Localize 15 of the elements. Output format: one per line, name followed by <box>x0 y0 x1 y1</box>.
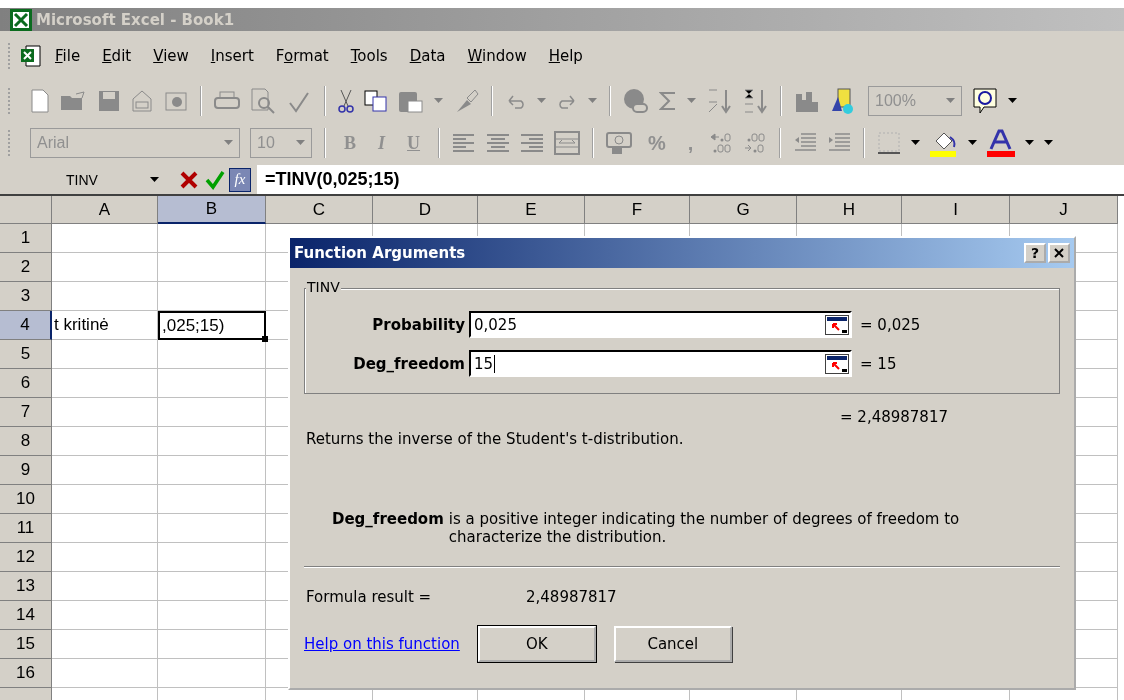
argument-result: = 0,025 <box>860 315 921 334</box>
formula-result: 2,48987817 <box>526 588 617 606</box>
dialog-title: Function Arguments <box>294 244 466 262</box>
group-label: TINV <box>306 279 341 295</box>
formula-result-label: Formula result = <box>306 588 433 606</box>
argument-value: 15 <box>474 354 496 373</box>
function-description: Returns the inverse of the Student's t-distribution. <box>306 430 685 448</box>
function-result: = 2,48987817 <box>840 408 949 426</box>
argument-result: = 15 <box>860 354 897 373</box>
argument-name: Deg_freedom <box>332 510 444 530</box>
window-title: Microsoft Excel - Book1 <box>36 10 235 29</box>
argument-value: 0,025 <box>474 315 517 334</box>
argument-label: Probability <box>371 315 465 334</box>
argument-label: Deg_freedom <box>352 354 465 373</box>
argument-description: is a positive integer indicating the number of degrees of freedom to characterize the distribution. <box>448 510 961 546</box>
